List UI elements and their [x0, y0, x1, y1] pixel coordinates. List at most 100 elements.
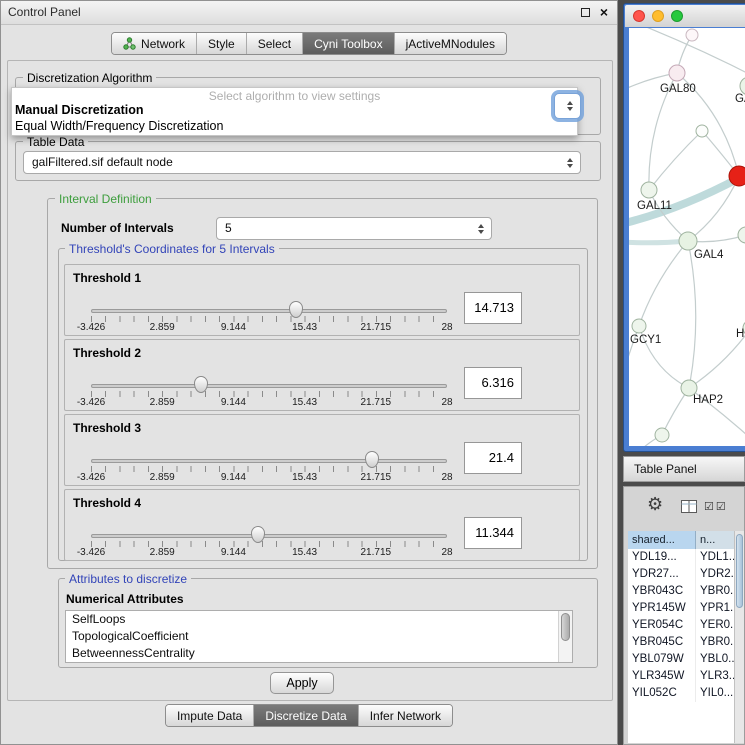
algorithm-combobox[interactable]	[554, 93, 581, 119]
network-node[interactable]	[669, 65, 685, 81]
attributes-scrollbar[interactable]	[558, 611, 572, 662]
algorithm-option-equal-width[interactable]: Equal Width/Frequency Discretization	[12, 119, 577, 135]
network-node[interactable]	[686, 29, 698, 41]
attribute-list-item[interactable]: TopologicalCoefficient	[66, 628, 572, 645]
tab-select[interactable]: Select	[246, 33, 302, 54]
gear-icon[interactable]: ⚙	[647, 495, 663, 513]
tab-style[interactable]: Style	[196, 33, 246, 54]
table-panel-header[interactable]: Table Panel	[623, 456, 745, 482]
network-window-titlebar[interactable]	[625, 5, 745, 27]
scale-tick-label: 9.144	[221, 547, 246, 558]
network-node[interactable]	[696, 125, 708, 137]
scale-tick-label: -3.426	[77, 322, 105, 333]
table-row[interactable]: YLR345WYLR3...	[628, 668, 734, 685]
threshold-1-value-field[interactable]: 14.713	[464, 292, 522, 324]
tab-discretize-data[interactable]: Discretize Data	[253, 705, 357, 726]
table-row[interactable]: YDR27...YDR2...	[628, 566, 734, 583]
threshold-2-value-field[interactable]: 6.316	[464, 367, 522, 399]
table-header-row: shared... n...	[628, 531, 734, 549]
scale-tick-label: 28	[441, 397, 452, 408]
threshold-2-panel: Threshold 2 -3.4262.8599.14415.4321.7152…	[64, 339, 580, 411]
table-row[interactable]: YBL079WYBL0...	[628, 651, 734, 668]
threshold-1-panel: Threshold 1 -3.4262.8599.14415.4321.7152…	[64, 264, 580, 336]
tab-discretize-label: Discretize Data	[265, 709, 346, 723]
tab-impute-data[interactable]: Impute Data	[166, 705, 253, 726]
scale-tick-label: 15.43	[292, 397, 317, 408]
close-traffic-light-icon[interactable]	[633, 10, 645, 22]
slider-track[interactable]	[91, 459, 447, 463]
table-cell: YBR0...	[696, 583, 734, 600]
maximize-traffic-light-icon[interactable]	[671, 10, 683, 22]
close-window-button[interactable]: ×	[600, 6, 608, 18]
network-node[interactable]	[632, 319, 646, 333]
scrollbar-thumb[interactable]	[561, 613, 570, 641]
window-titlebar[interactable]: Control Panel ×	[1, 1, 617, 25]
table-data-selected-value: galFiltered.sif default node	[32, 155, 173, 169]
scale-tick-label: 15.43	[292, 322, 317, 333]
threshold-4-value-field[interactable]: 11.344	[464, 517, 522, 549]
numerical-attributes-list[interactable]: SelfLoopsTopologicalCoefficientBetweenne…	[65, 610, 573, 663]
table-cell: YDL19...	[628, 549, 696, 566]
tab-cyni-toolbox[interactable]: Cyni Toolbox	[302, 33, 393, 54]
bottom-tabbar: Impute Data Discretize Data Infer Networ…	[1, 704, 617, 727]
network-node[interactable]	[729, 166, 745, 186]
column-header-shared-name[interactable]: shared...	[628, 531, 696, 549]
control-panel-window: Control Panel × Network Style Select Cyn…	[0, 0, 618, 745]
minimize-traffic-light-icon[interactable]	[652, 10, 664, 22]
scale-tick-label: 21.715	[361, 547, 392, 558]
table-row[interactable]: YDL19...YDL1...	[628, 549, 734, 566]
network-edge[interactable]	[649, 131, 702, 190]
network-view-window: GAL80GAGAL11GAL4GCY1HHAP2	[623, 3, 745, 452]
network-node[interactable]	[641, 182, 657, 198]
threshold-1-slider: -3.4262.8599.14415.4321.71528	[91, 265, 447, 335]
scale-tick-label: 9.144	[221, 397, 246, 408]
slider-track[interactable]	[91, 384, 447, 388]
network-node-label: GAL11	[637, 200, 672, 212]
attribute-list-item[interactable]: BetweennessCentrality	[66, 645, 572, 662]
network-node[interactable]	[738, 227, 745, 243]
node-table: shared... n... YDL19...YDL1...YDR27...YD…	[628, 531, 734, 743]
column-header-name[interactable]: n...	[696, 531, 734, 549]
table-data-combobox[interactable]: galFiltered.sif default node	[23, 151, 581, 174]
table-row[interactable]: YIL052CYIL0...	[628, 685, 734, 702]
tab-jactivemnodules[interactable]: jActiveMNodules	[394, 33, 506, 54]
table-row[interactable]: YBR045CYBR0...	[628, 634, 734, 651]
float-window-button[interactable]	[581, 8, 590, 17]
scale-tick-label: 28	[441, 322, 452, 333]
attribute-list-item[interactable]: SelfLoops	[66, 611, 572, 628]
threshold-4-panel: Threshold 4 -3.4262.8599.14415.4321.7152…	[64, 489, 580, 561]
threshold-3-slider: -3.4262.8599.14415.4321.71528	[91, 415, 447, 485]
number-of-intervals-combobox[interactable]: 5	[216, 217, 492, 240]
tab-cyni-label: Cyni Toolbox	[314, 37, 382, 51]
table-data-group-title: Table Data	[23, 135, 88, 149]
algorithm-option-manual[interactable]: Manual Discretization	[12, 103, 577, 119]
table-cell: YLR345W	[628, 668, 696, 685]
network-canvas[interactable]: GAL80GAGAL11GAL4GCY1HHAP2	[629, 28, 745, 446]
scale-tick-label: -3.426	[77, 472, 105, 483]
checkbox-filter-icons[interactable]: ☑☑	[704, 500, 728, 513]
tab-infer-network[interactable]: Infer Network	[358, 705, 452, 726]
table-row[interactable]: YPR145WYPR1...	[628, 600, 734, 617]
apply-button[interactable]: Apply	[270, 672, 334, 694]
scrollbar-thumb[interactable]	[736, 534, 743, 608]
slider-track[interactable]	[91, 534, 447, 538]
threshold-3-value-field[interactable]: 21.4	[464, 442, 522, 474]
tab-select-label: Select	[258, 37, 291, 51]
table-row[interactable]: YER054CYER0...	[628, 617, 734, 634]
algorithm-placeholder-option[interactable]: Select algorithm to view settings	[12, 88, 577, 103]
scale-tick-label: 21.715	[361, 322, 392, 333]
tab-network[interactable]: Network	[112, 33, 196, 54]
network-edge[interactable]	[639, 241, 688, 326]
network-node[interactable]	[679, 232, 697, 250]
table-row[interactable]: YBR043CYBR0...	[628, 583, 734, 600]
table-scrollbar[interactable]	[734, 531, 744, 743]
table-cell: YPR1...	[696, 600, 734, 617]
table-cell: YIL0...	[696, 685, 734, 702]
network-node-label: H	[736, 328, 744, 340]
network-edge[interactable]	[688, 241, 696, 388]
select-columns-icon[interactable]	[681, 500, 697, 518]
slider-track[interactable]	[91, 309, 447, 313]
scale-tick-label: 21.715	[361, 397, 392, 408]
tab-impute-label: Impute Data	[177, 709, 242, 723]
network-node[interactable]	[655, 428, 669, 442]
